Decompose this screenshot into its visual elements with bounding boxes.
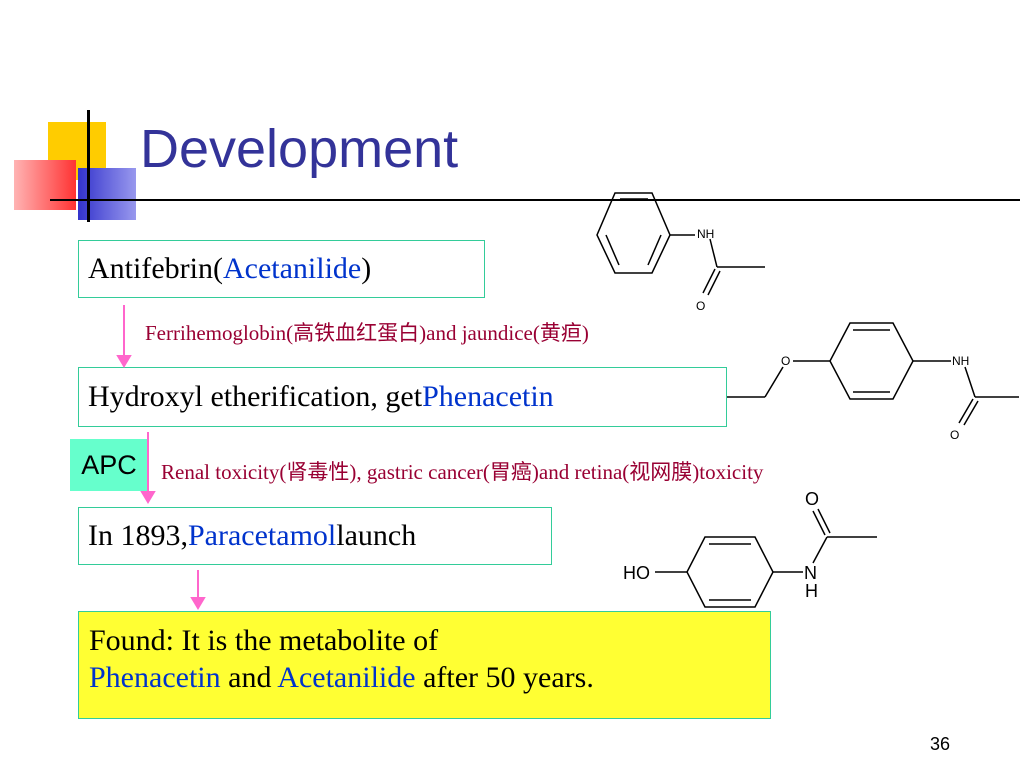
paracetamol-o: O	[805, 489, 819, 509]
phenacetin-structure: O NH O	[727, 322, 1019, 442]
phenacetin-nh: NH	[952, 354, 969, 368]
paracetamol-ho: HO	[623, 563, 650, 583]
acetanilide-nh: NH	[697, 227, 714, 241]
acetanilide-o: O	[696, 299, 705, 313]
paracetamol-n: N	[804, 563, 817, 583]
arrow-3-head	[190, 597, 206, 610]
acetanilide-structure: NH O	[596, 192, 765, 313]
page-number: 36	[930, 734, 951, 754]
phenacetin-o-ether: O	[781, 354, 790, 368]
arrow-2-head	[140, 491, 156, 504]
phenacetin-o: O	[950, 428, 959, 442]
paracetamol-structure: HO N H O	[623, 489, 877, 608]
paracetamol-h: H	[805, 581, 818, 601]
arrow-1-head	[116, 355, 132, 368]
